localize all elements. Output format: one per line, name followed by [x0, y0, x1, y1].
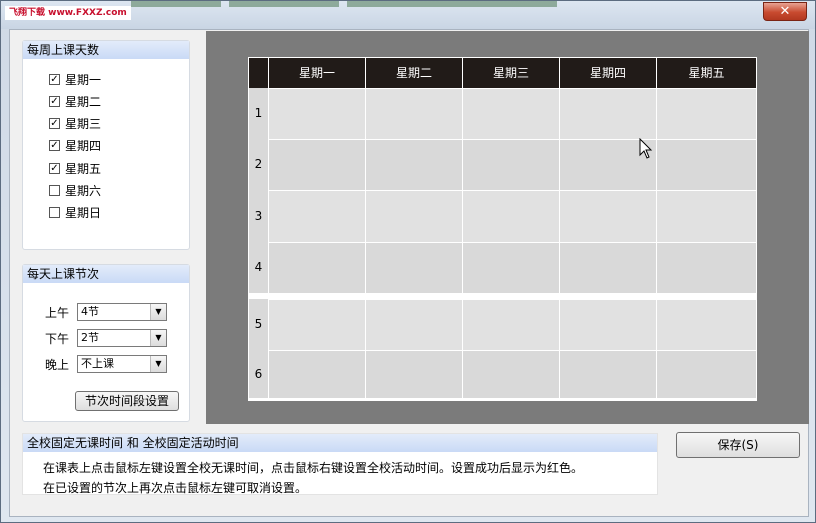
timetable-cell[interactable]: [656, 88, 756, 139]
timetable-column-header: 星期二: [365, 58, 462, 88]
timetable-cell[interactable]: [268, 299, 365, 350]
day-checkbox-label: 星期四: [65, 139, 102, 154]
afternoon-row: 下午 2节 ▼: [45, 329, 167, 347]
evening-row: 晚上 不上课 ▼: [45, 355, 167, 373]
day-checkbox[interactable]: ✓: [49, 140, 60, 152]
timetable-cell[interactable]: [268, 190, 365, 242]
day-checkbox[interactable]: ✓: [49, 118, 60, 130]
afternoon-periods-select[interactable]: 2节 ▼: [77, 329, 167, 347]
timetable-grid: 星期一 星期二 星期三 星期四 星期五 1234 56: [248, 57, 757, 401]
title-bar[interactable]: 飞翔下载 www.FXXZ.com ✕: [1, 1, 815, 29]
timetable-cell[interactable]: [462, 88, 559, 139]
mouse-cursor-icon: [639, 138, 653, 159]
info-line-1: 在课表上点击鼠标左键设置全校无课时间，点击鼠标右键设置全校活动时间。设置成功后显…: [43, 461, 584, 475]
timetable-cell[interactable]: [268, 139, 365, 190]
dialog-client-area: 每周上课天数 ✓ 星期一 ✓ 星期二 ✓ 星期三 ✓ 星期四 ✓ 星期五星期六星期日 每天上课节次…: [9, 29, 809, 517]
dialog-window: 飞翔下载 www.FXXZ.com ✕ 每周上课天数 ✓ 星期一 ✓ 星期二 ✓ 星期三 ✓…: [0, 0, 816, 523]
day-checkbox-row[interactable]: ✓ 星期四: [49, 138, 101, 154]
close-button[interactable]: ✕: [763, 2, 807, 21]
day-checkbox-label: 星期五: [65, 161, 102, 176]
timetable-row-label: 5: [249, 299, 268, 350]
day-checkbox-label: 星期三: [65, 117, 102, 132]
weekdays-panel-title: 每周上课天数: [23, 41, 189, 59]
timetable-row-label: 4: [249, 242, 268, 293]
info-title: 全校固定无课时间 和 全校固定活动时间: [23, 434, 657, 452]
timetable-cell[interactable]: [462, 242, 559, 293]
timetable-cell[interactable]: [559, 350, 656, 398]
day-checkbox-label: 星期六: [65, 184, 102, 198]
timetable-cell[interactable]: [365, 350, 462, 398]
day-checkbox[interactable]: [49, 185, 60, 196]
day-checkbox[interactable]: [49, 207, 60, 219]
morning-row: 上午 4节 ▼: [45, 303, 167, 321]
evening-periods-select[interactable]: 不上课 ▼: [77, 355, 167, 373]
timetable-cell[interactable]: [365, 299, 462, 350]
timetable-cell[interactable]: [559, 242, 656, 293]
chevron-down-icon[interactable]: ▼: [150, 356, 166, 372]
timetable-header: 星期一 星期二 星期三 星期四 星期五: [249, 58, 756, 88]
day-checkbox[interactable]: ✓: [49, 73, 60, 85]
day-checkbox-label: 星期二: [65, 94, 102, 109]
timetable-cell[interactable]: [462, 350, 559, 398]
save-button[interactable]: 保存(S): [676, 432, 800, 458]
title-decoration: [131, 1, 561, 7]
day-checkbox[interactable]: ✓: [49, 162, 60, 174]
timetable-cell[interactable]: [268, 242, 365, 293]
timetable-cell[interactable]: [462, 190, 559, 242]
period-time-settings-button[interactable]: 节次时间段设置: [75, 391, 179, 411]
timetable-cell[interactable]: [656, 299, 756, 350]
fixed-time-info-box: 全校固定无课时间 和 全校固定活动时间 在课表上点击鼠标左键设置全校无课时间，点…: [22, 433, 658, 495]
day-checkbox-label: 星期日: [65, 206, 102, 221]
timetable-row-label: 6: [249, 350, 268, 398]
timetable-cell[interactable]: [462, 139, 559, 190]
timetable-row-label: 3: [249, 190, 268, 242]
timetable-cell[interactable]: [656, 190, 756, 242]
watermark-logo: 飞翔下载 www.FXXZ.com: [5, 6, 131, 20]
day-checkbox-row[interactable]: ✓ 星期一: [49, 71, 101, 87]
timetable-cell[interactable]: [559, 299, 656, 350]
timetable-cell[interactable]: [559, 88, 656, 139]
day-checkbox-row[interactable]: ✓ 星期三: [49, 116, 101, 132]
timetable-column-header: 星期三: [462, 58, 559, 88]
day-checkbox-row[interactable]: 星期日: [49, 205, 101, 221]
timetable-area: 星期一 星期二 星期三 星期四 星期五 1234 56: [206, 31, 809, 424]
info-line-2: 在已设置的节次上再次点击鼠标左键可取消设置。: [43, 481, 308, 495]
timetable-column-header: 星期一: [268, 58, 365, 88]
timetable-cell[interactable]: [656, 350, 756, 398]
morning-periods-select[interactable]: 4节 ▼: [77, 303, 167, 321]
timetable-cell[interactable]: [365, 139, 462, 190]
timetable-cell[interactable]: [268, 350, 365, 398]
day-checkbox-row[interactable]: 星期六: [49, 183, 101, 199]
timetable-cell[interactable]: [656, 242, 756, 293]
timetable-row-label: 1: [249, 88, 268, 139]
timetable-row-label: 2: [249, 139, 268, 190]
timetable-cell[interactable]: [462, 299, 559, 350]
chevron-down-icon[interactable]: ▼: [150, 304, 166, 320]
day-checkbox-label: 星期一: [65, 72, 102, 87]
day-checkbox-row[interactable]: ✓ 星期二: [49, 93, 101, 109]
evening-label: 晚上: [45, 357, 70, 372]
periods-panel: 每天上课节次 上午 4节 ▼ 下午 2节 ▼ 晚上 不上课 ▼ 节次时间段设置: [22, 264, 190, 422]
afternoon-label: 下午: [45, 331, 70, 346]
weekdays-panel: 每周上课天数 ✓ 星期一 ✓ 星期二 ✓ 星期三 ✓ 星期四 ✓ 星期五星期六星期日: [22, 40, 190, 250]
morning-periods-value: 4节: [81, 305, 99, 318]
timetable-cell[interactable]: [559, 190, 656, 242]
day-checkbox-row[interactable]: ✓ 星期五: [49, 160, 101, 176]
timetable-cell[interactable]: [365, 190, 462, 242]
chevron-down-icon[interactable]: ▼: [150, 330, 166, 346]
periods-panel-title: 每天上课节次: [23, 265, 189, 283]
day-checkbox[interactable]: ✓: [49, 95, 60, 107]
timetable-column-header: 星期四: [559, 58, 656, 88]
timetable-column-header: 星期五: [656, 58, 756, 88]
timetable-cell[interactable]: [656, 139, 756, 190]
evening-periods-value: 不上课: [81, 357, 114, 370]
timetable-cell[interactable]: [365, 88, 462, 139]
afternoon-periods-value: 2节: [81, 331, 99, 344]
morning-label: 上午: [45, 305, 70, 320]
timetable-cell[interactable]: [365, 242, 462, 293]
timetable-cell[interactable]: [268, 88, 365, 139]
